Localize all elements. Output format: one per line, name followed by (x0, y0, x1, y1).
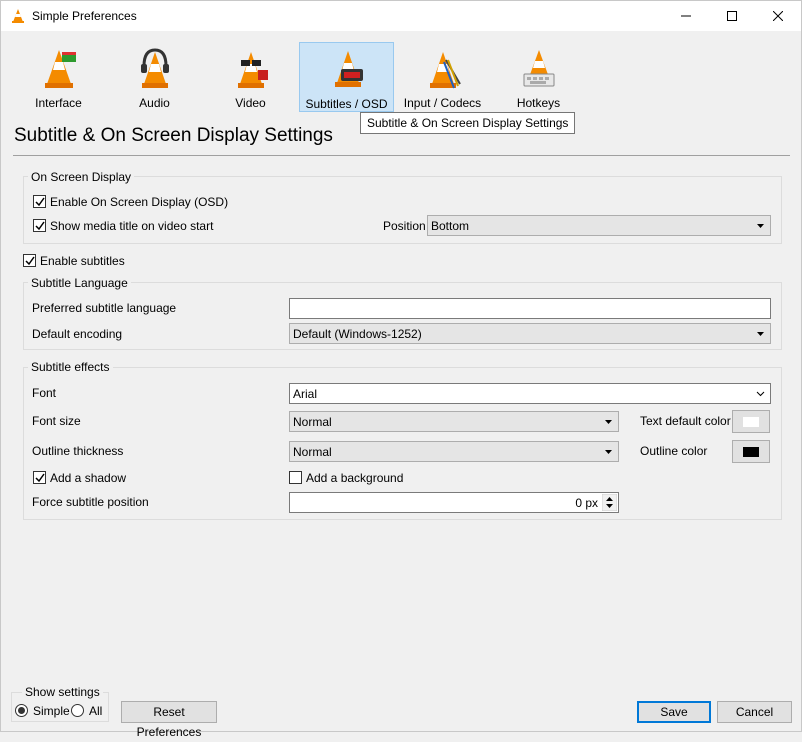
chevron-down-icon (757, 332, 764, 336)
checkmark-icon (25, 256, 35, 266)
preferences-window: Simple Preferences Interface Audio Video… (0, 0, 802, 739)
text-color-swatch (743, 417, 759, 427)
show-settings-simple-radio[interactable] (15, 704, 28, 717)
tooltip: Subtitle & On Screen Display Settings (360, 112, 576, 134)
tab-label: Interface (35, 96, 82, 110)
outline-thickness-label: Outline thickness (32, 444, 124, 458)
simple-label: Simple (33, 704, 70, 718)
divider (13, 155, 790, 156)
chevron-down-icon (605, 420, 612, 424)
outline-thickness-value: Normal (293, 445, 332, 459)
close-button[interactable] (755, 1, 801, 31)
vlc-cone-clock-icon (335, 51, 363, 87)
add-background-checkbox[interactable] (289, 471, 302, 484)
enable-osd-checkbox[interactable] (33, 195, 46, 208)
font-value: Arial (293, 387, 318, 401)
vlc-app-icon (12, 9, 24, 23)
vlc-cone-keyboard-icon (523, 50, 555, 87)
add-shadow-label: Add a shadow (50, 471, 127, 485)
reset-preferences-button[interactable]: Reset Preferences (121, 701, 217, 739)
vlc-cone-headphones-icon (141, 48, 169, 88)
chevron-down-icon (605, 450, 612, 454)
force-position-label: Force subtitle position (32, 495, 149, 509)
outline-color-label: Outline color (640, 444, 708, 458)
tab-label: Video (235, 96, 266, 110)
font-size-combo[interactable]: Normal (289, 411, 619, 432)
close-icon (772, 10, 784, 22)
position-combo[interactable]: Bottom (427, 215, 771, 236)
tab-video[interactable]: Video (203, 42, 298, 112)
tab-label: Subtitles / OSD (305, 97, 388, 111)
text-color-button[interactable] (732, 410, 770, 433)
subtitle-effects-title: Subtitle effects (28, 360, 113, 374)
font-label: Font (32, 386, 57, 400)
show-settings-title: Show settings (22, 685, 103, 699)
add-shadow-checkbox[interactable] (33, 471, 46, 484)
minimize-button[interactable] (663, 1, 709, 31)
maximize-icon (727, 11, 737, 21)
default-encoding-label: Default encoding (32, 327, 123, 341)
tab-label: Audio (139, 96, 170, 110)
default-encoding-combo[interactable]: Default (Windows-1252) (289, 323, 771, 344)
show-title-checkbox[interactable] (33, 219, 46, 232)
show-settings-all-radio[interactable] (71, 704, 84, 717)
font-size-value: Normal (293, 415, 332, 429)
tab-label: Input / Codecs (403, 96, 482, 110)
tab-interface[interactable]: Interface (11, 42, 106, 112)
outline-color-button[interactable] (732, 440, 770, 463)
save-button[interactable]: Save (637, 701, 711, 723)
subtitle-language-title: Subtitle Language (28, 276, 131, 290)
force-position-value: 0 px (575, 496, 598, 510)
checkmark-icon (35, 473, 45, 483)
osd-group-title: On Screen Display (28, 170, 135, 184)
vlc-cone-glasses-icon (238, 52, 268, 88)
tab-input-codecs[interactable]: Input / Codecs (395, 42, 490, 112)
radio-selected-dot (18, 707, 25, 714)
default-encoding-value: Default (Windows-1252) (293, 327, 422, 341)
tab-label: Hotkeys (516, 96, 561, 110)
minimize-icon (681, 15, 691, 17)
preferred-language-label: Preferred subtitle language (32, 301, 177, 315)
maximize-button[interactable] (709, 1, 755, 31)
tab-subtitles-osd[interactable]: Subtitles / OSD (299, 42, 394, 112)
outline-color-swatch (743, 447, 759, 457)
position-value: Bottom (431, 219, 470, 233)
vlc-cone-cables-icon (430, 52, 461, 89)
show-title-label: Show media title on video start (50, 219, 214, 233)
chevron-down-icon (757, 224, 764, 228)
force-position-spinbox[interactable]: 0 px (289, 492, 619, 513)
font-combo[interactable]: Arial (289, 383, 771, 404)
position-label: Position (383, 219, 426, 233)
all-label: All (89, 704, 103, 718)
tab-hotkeys[interactable]: Hotkeys (491, 42, 586, 112)
spin-arrows-icon[interactable] (602, 494, 617, 511)
outline-thickness-combo[interactable]: Normal (289, 441, 619, 462)
enable-subtitles-label: Enable subtitles (40, 254, 125, 268)
text-color-label: Text default color (640, 414, 731, 428)
checkmark-icon (35, 197, 45, 207)
preferred-language-input[interactable] (289, 298, 771, 319)
enable-osd-label: Enable On Screen Display (OSD) (50, 195, 229, 209)
checkmark-icon (35, 221, 45, 231)
category-tabs: Interface Audio Video Subtitles / OSD In… (1, 37, 801, 113)
vlc-cone-flag-icon (45, 50, 76, 88)
add-background-label: Add a background (306, 471, 404, 485)
title-bar: Simple Preferences (1, 1, 801, 31)
font-size-label: Font size (32, 414, 81, 428)
window-title: Simple Preferences (32, 9, 137, 23)
tab-audio[interactable]: Audio (107, 42, 202, 112)
cancel-button[interactable]: Cancel (717, 701, 792, 723)
enable-subtitles-checkbox[interactable] (23, 254, 36, 267)
page-title: Subtitle & On Screen Display Settings (14, 125, 333, 146)
chevron-down-icon (756, 391, 765, 397)
